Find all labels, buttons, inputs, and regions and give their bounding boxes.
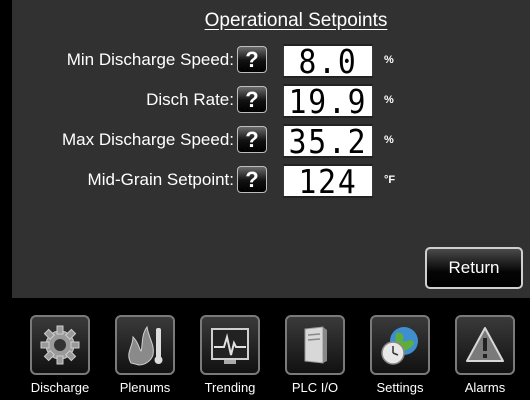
globe-clock-icon: [381, 327, 418, 365]
min-discharge-speed-field[interactable]: 8.0: [282, 44, 374, 78]
unit-label: °F: [384, 174, 396, 186]
setpoints-panel: Operational Setpoints Min Discharge Spee…: [12, 0, 530, 298]
unit-label: %: [384, 134, 394, 146]
mid-grain-setpoint-field[interactable]: 124: [282, 164, 374, 198]
warning-icon: [466, 327, 504, 362]
nav-tile: [115, 315, 175, 375]
nav-tile: [455, 315, 515, 375]
nav-settings[interactable]: Settings: [365, 310, 435, 400]
help-button[interactable]: ?: [237, 86, 267, 113]
flame-thermometer-icon: [128, 325, 163, 366]
unit-label: %: [384, 94, 394, 106]
nav-discharge[interactable]: Discharge: [25, 310, 95, 400]
max-discharge-speed-field[interactable]: 35.2: [282, 124, 374, 158]
nav-tile: [200, 315, 260, 375]
nav-plc-io[interactable]: PLC I/O: [280, 310, 350, 400]
setpoint-row-min-discharge-speed: Min Discharge Speed: ? 8.0 %: [12, 44, 530, 80]
disch-rate-field[interactable]: 19.9: [282, 84, 374, 118]
nav-alarms[interactable]: Alarms: [450, 310, 520, 400]
help-button[interactable]: ?: [237, 166, 267, 193]
help-button[interactable]: ?: [237, 46, 267, 73]
setpoint-row-disch-rate: Disch Rate: ? 19.9 %: [12, 84, 530, 120]
setpoint-label: Max Discharge Speed:: [62, 130, 234, 149]
unit-label: %: [384, 54, 394, 66]
page-title: Operational Setpoints: [204, 10, 388, 31]
setpoint-label: Mid-Grain Setpoint:: [87, 170, 234, 189]
gear-icon: [40, 325, 80, 365]
setpoint-label: Disch Rate:: [146, 90, 234, 109]
help-button[interactable]: ?: [237, 126, 267, 153]
nav-tile: [370, 315, 430, 375]
plc-cabinet-icon: [304, 326, 327, 364]
bottom-nav: Discharge Plenums Trending PLC I/O Setti…: [12, 303, 530, 400]
setpoint-row-mid-grain-setpoint: Mid-Grain Setpoint: ? 124 °F: [12, 164, 530, 200]
heartbeat-monitor-icon: [211, 328, 249, 364]
screen: Operational Setpoints Min Discharge Spee…: [0, 0, 530, 400]
nav-label: Settings: [376, 380, 424, 395]
return-button[interactable]: Return: [425, 247, 523, 289]
nav-tile: [285, 315, 345, 375]
nav-label: Trending: [204, 380, 256, 395]
nav-label: Alarms: [464, 380, 506, 395]
nav-trending[interactable]: Trending: [195, 310, 265, 400]
nav-tile: [30, 315, 90, 375]
setpoint-label: Min Discharge Speed:: [66, 50, 234, 69]
nav-plenums[interactable]: Plenums: [110, 310, 180, 400]
nav-label: Discharge: [30, 380, 90, 395]
nav-label: Plenums: [119, 380, 171, 395]
setpoint-row-max-discharge-speed: Max Discharge Speed: ? 35.2 %: [12, 124, 530, 160]
nav-label: PLC I/O: [291, 380, 339, 395]
